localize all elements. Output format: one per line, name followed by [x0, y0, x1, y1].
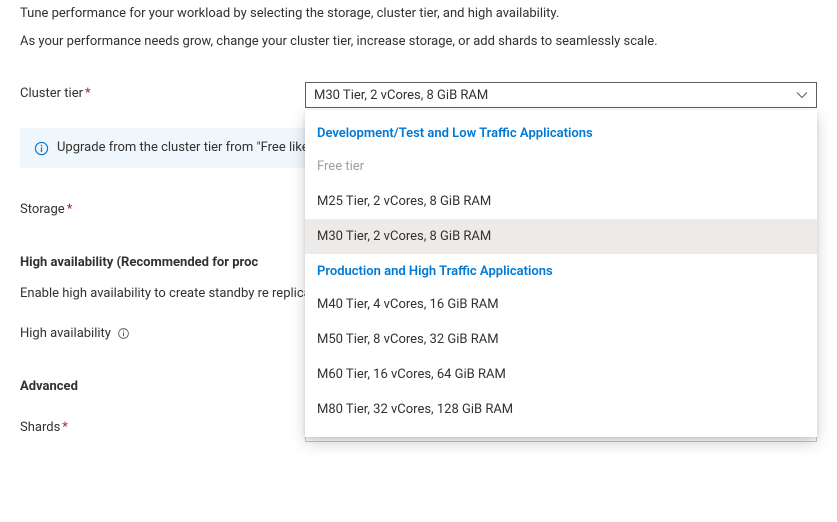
cluster-tier-label-text: Cluster tier: [20, 86, 83, 101]
cluster-tier-select: M30 Tier, 2 vCores, 8 GiB RAM Developmen…: [305, 82, 817, 108]
dropdown-option[interactable]: M50 Tier, 8 vCores, 32 GiB RAM: [305, 322, 817, 357]
chevron-down-icon: [796, 89, 808, 101]
intro-line-1: Tune performance for your workload by se…: [20, 4, 817, 24]
cluster-tier-selected-value: M30 Tier, 2 vCores, 8 GiB RAM: [314, 88, 488, 103]
shards-label-text: Shards: [20, 420, 60, 435]
cluster-tier-select-input[interactable]: M30 Tier, 2 vCores, 8 GiB RAM: [305, 82, 817, 108]
info-icon: [33, 140, 49, 156]
high-availability-label: High availability: [20, 326, 111, 341]
storage-label-text: Storage: [20, 202, 65, 217]
dropdown-option[interactable]: M60 Tier, 16 vCores, 64 GiB RAM: [305, 357, 817, 392]
required-asterisk: *: [62, 420, 68, 435]
dropdown-group-header: Production and High Traffic Applications: [305, 254, 817, 287]
cluster-tier-row: Cluster tier* M30 Tier, 2 vCores, 8 GiB …: [20, 82, 817, 108]
cluster-tier-label: Cluster tier*: [20, 82, 305, 101]
required-asterisk: *: [67, 202, 73, 217]
intro-line-2: As your performance needs grow, change y…: [20, 32, 817, 52]
info-hint-icon[interactable]: [117, 327, 131, 341]
dropdown-option: Free tier: [305, 149, 817, 184]
dropdown-option[interactable]: M40 Tier, 4 vCores, 16 GiB RAM: [305, 287, 817, 322]
dropdown-option[interactable]: M30 Tier, 2 vCores, 8 GiB RAM: [305, 219, 817, 254]
shards-label: Shards*: [20, 416, 305, 435]
required-asterisk: *: [85, 86, 91, 101]
dropdown-group-header: Development/Test and Low Traffic Applica…: [305, 116, 817, 149]
cluster-tier-dropdown: Development/Test and Low Traffic Applica…: [305, 110, 817, 437]
dropdown-option[interactable]: M25 Tier, 2 vCores, 8 GiB RAM: [305, 184, 817, 219]
dropdown-option[interactable]: M80 Tier, 32 vCores, 128 GiB RAM: [305, 392, 817, 427]
